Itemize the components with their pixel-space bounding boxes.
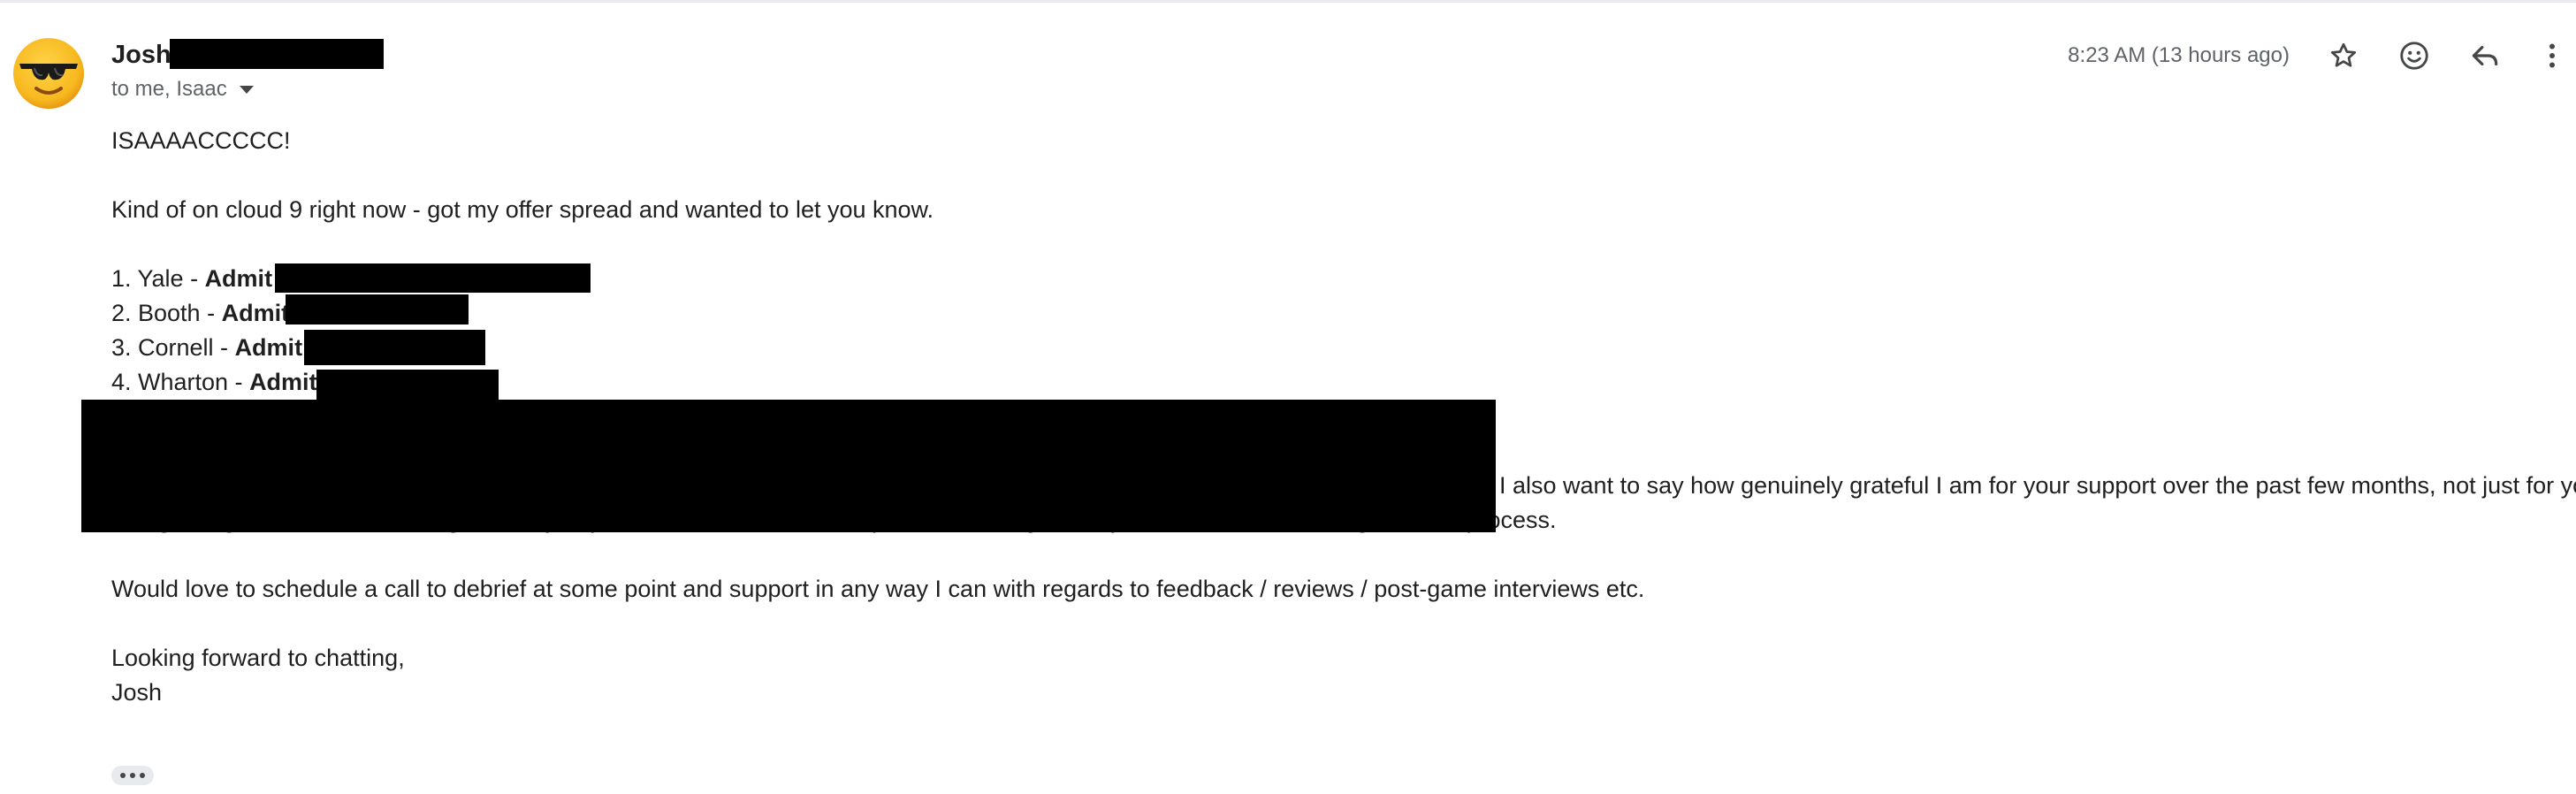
redaction-block [304, 330, 485, 365]
sender-avatar[interactable] [12, 37, 85, 110]
star-button[interactable] [2321, 34, 2366, 78]
greeting: ISAAAACCCCC! [111, 127, 291, 154]
offer-status: Admit [234, 334, 303, 361]
chevron-down-icon[interactable] [239, 85, 254, 94]
add-reaction-button[interactable] [2392, 34, 2436, 78]
star-icon [2330, 42, 2357, 67]
offer-status: Admit [204, 265, 273, 292]
closing-line: Looking forward to chatting, [111, 645, 405, 671]
sender-name[interactable]: Josh [111, 39, 171, 71]
schedule-paragraph: Would love to schedule a call to debrief… [111, 576, 1645, 602]
show-trimmed-content-button[interactable] [111, 766, 154, 785]
email-message-view: Josh to me, Isaac 8:23 AM (13 hours ago) [0, 0, 2576, 794]
redaction-block [286, 294, 469, 324]
offer-status: Admit [221, 300, 290, 326]
redaction-block [316, 370, 499, 400]
recipients-line: to me, Isaac [111, 76, 254, 103]
intro-paragraph: Kind of on cloud 9 right now - got my of… [111, 196, 934, 223]
top-divider [0, 0, 2576, 3]
recipients-text: to me, Isaac [111, 77, 227, 101]
redaction-block [170, 39, 384, 69]
offer-status: Admit [249, 369, 317, 395]
reply-icon [2472, 45, 2498, 66]
reply-button[interactable] [2463, 34, 2507, 78]
redaction-block [81, 400, 1496, 532]
message-timestamp: 8:23 AM (13 hours ago) [2068, 43, 2290, 67]
more-options-button[interactable] [2530, 34, 2574, 78]
redaction-block [275, 263, 591, 293]
offer-item: 2. Booth - Admit [111, 300, 290, 326]
more-vert-icon [2549, 43, 2555, 68]
signature: Josh [111, 679, 163, 706]
emoji-icon [2400, 42, 2428, 70]
ellipsis-icon [120, 773, 126, 778]
